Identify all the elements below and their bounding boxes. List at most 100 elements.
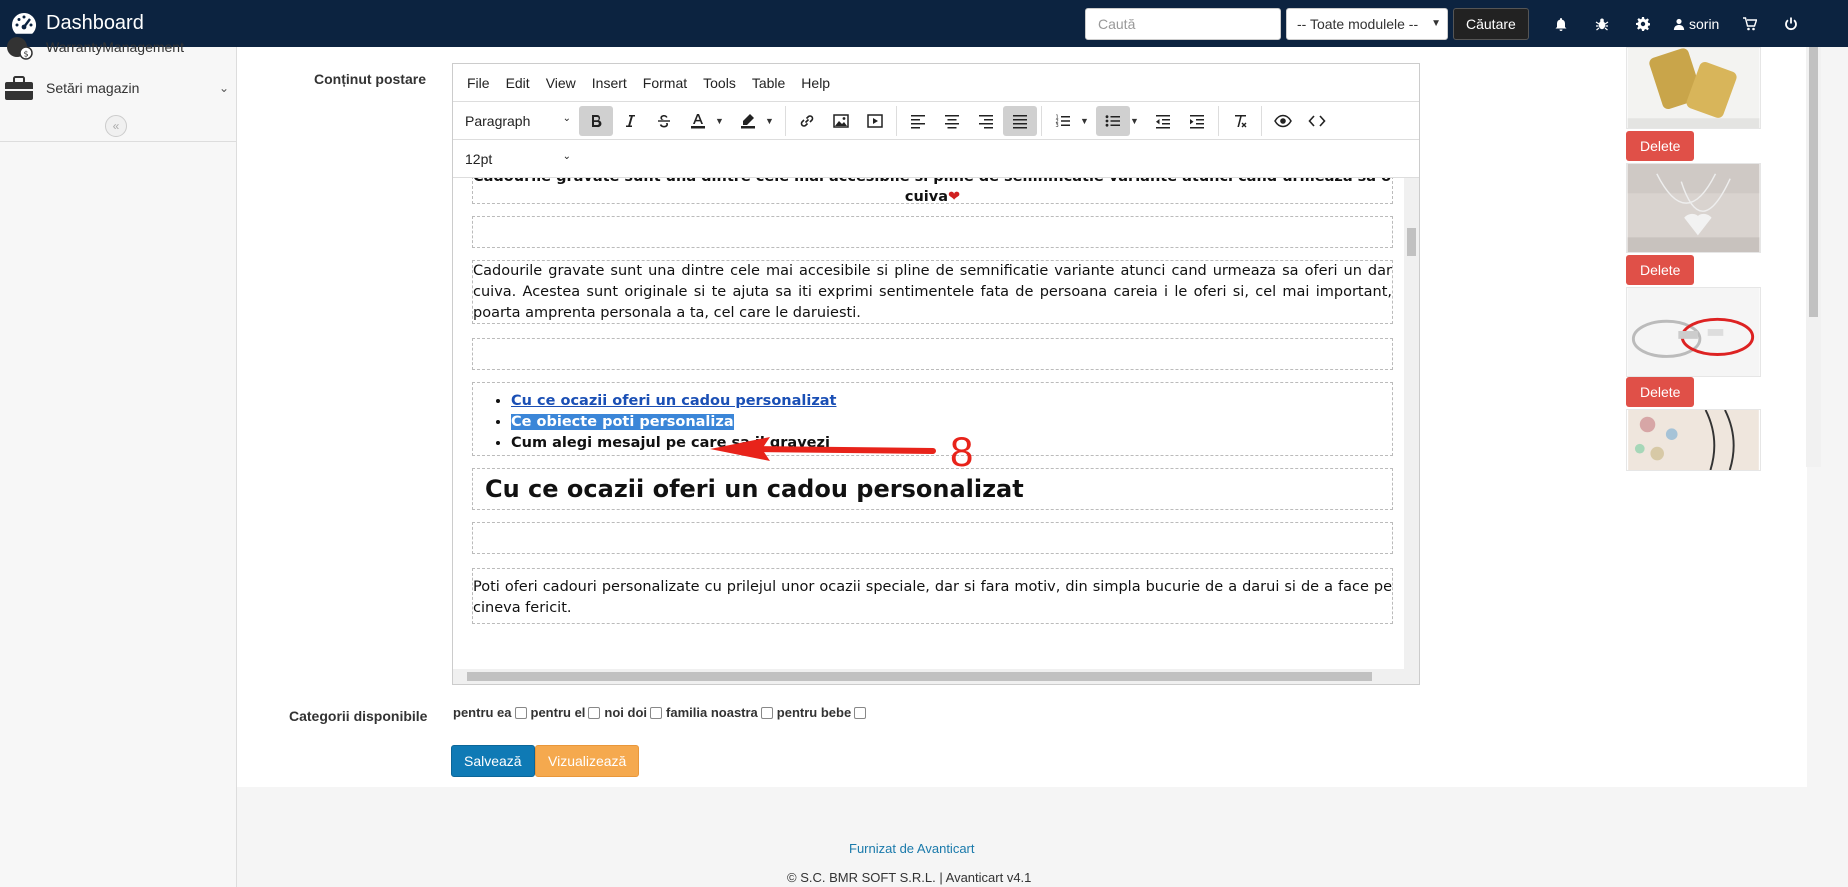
gear-icon[interactable]	[1622, 0, 1663, 47]
selected-text[interactable]: Ce obiecte poti personaliza	[511, 414, 734, 430]
preview-eye-button[interactable]	[1266, 106, 1300, 136]
align-right-button[interactable]	[969, 106, 1003, 136]
empty-block[interactable]	[472, 522, 1393, 554]
sidebar-item-settings-store[interactable]: Setări magazin ⌄	[0, 68, 237, 108]
strikethrough-button[interactable]	[647, 106, 681, 136]
bell-icon[interactable]	[1540, 0, 1581, 47]
red-arrow-annotation	[710, 437, 936, 461]
intro-paragraph-block[interactable]: Cadourile gravate sunt una dintre cele m…	[472, 178, 1393, 207]
menu-format[interactable]: Format	[635, 75, 695, 91]
toolbar-separator	[785, 105, 786, 136]
intro-text-line2: cuiva❤	[473, 187, 1392, 207]
image-button[interactable]	[824, 106, 858, 136]
delete-button[interactable]: Delete	[1626, 131, 1695, 161]
chevron-down-icon[interactable]: ▼	[1080, 116, 1096, 126]
menu-insert[interactable]: Insert	[584, 75, 635, 91]
product-image-lighter[interactable]	[1626, 47, 1761, 129]
chevron-down-icon[interactable]: ▼	[1130, 116, 1146, 126]
indent-button[interactable]	[1180, 106, 1214, 136]
empty-block[interactable]	[472, 338, 1393, 370]
search-button[interactable]: Căutare	[1453, 7, 1529, 40]
bold-button[interactable]	[579, 105, 613, 136]
editor-horizontal-scrollbar[interactable]	[453, 669, 1419, 684]
chevron-down-icon: ⌄	[218, 81, 229, 95]
editor-menubar: File Edit View Insert Format Tools Table…	[453, 64, 1419, 102]
category-option[interactable]: noi doi	[604, 705, 663, 720]
scrollbar-thumb[interactable]	[467, 672, 1372, 681]
chevron-down-icon[interactable]: ▼	[765, 116, 781, 126]
top-navbar: Dashboard Caută -- Toate modulele -- ▼ C…	[0, 0, 1848, 47]
module-select[interactable]: -- Toate modulele -- ▼	[1286, 7, 1448, 40]
empty-block[interactable]	[472, 216, 1393, 248]
scrollbar-thumb[interactable]	[1809, 47, 1818, 317]
menu-file[interactable]: File	[459, 75, 498, 91]
preview-button[interactable]: Vizualizează	[535, 745, 640, 777]
menu-tools[interactable]: Tools	[695, 75, 744, 91]
text-color-button[interactable]	[681, 106, 715, 136]
sidebar-divider	[0, 141, 237, 142]
block-format-value: Paragraph	[465, 112, 531, 129]
chevron-down-icon[interactable]: ▼	[715, 116, 731, 126]
navbar-actions: sorin	[1540, 0, 1811, 47]
search-input[interactable]: Caută	[1085, 7, 1281, 40]
toc-link[interactable]: Cu ce ocazii oferi un cadou personalizat	[511, 393, 836, 409]
paragraph-block[interactable]: Poti oferi cadouri personalizate cu pril…	[472, 568, 1393, 624]
checkbox[interactable]	[514, 706, 527, 719]
save-button[interactable]: Salvează	[451, 745, 535, 777]
search-group: Caută -- Toate modulele -- ▼ Căutare	[1085, 7, 1529, 40]
media-button[interactable]	[858, 106, 892, 136]
bug-icon[interactable]	[1581, 0, 1622, 47]
italic-button[interactable]	[613, 106, 647, 136]
source-code-button[interactable]	[1300, 106, 1334, 136]
bullet-list-button[interactable]	[1096, 105, 1130, 136]
highlight-color-button[interactable]	[731, 106, 765, 136]
sidebar-item-warranty[interactable]: $ WarrantyManagement	[0, 27, 237, 67]
menu-help[interactable]: Help	[793, 75, 838, 91]
category-label: noi doi	[604, 705, 648, 720]
checkbox[interactable]	[760, 706, 773, 719]
menu-view[interactable]: View	[538, 75, 584, 91]
double-chevron-left-icon: «	[112, 119, 120, 133]
category-option[interactable]: familia noastra	[666, 705, 773, 720]
footer-link[interactable]: Furnizat de Avanticart	[849, 841, 975, 856]
block-format-select[interactable]: Paragraph ⌄	[457, 106, 579, 136]
category-option[interactable]: pentru el	[531, 705, 601, 720]
user-icon	[1673, 18, 1685, 30]
category-option[interactable]: pentru bebe	[777, 705, 867, 720]
page-scrollbar[interactable]	[1806, 47, 1821, 467]
clear-formatting-button[interactable]	[1223, 106, 1257, 136]
cart-icon[interactable]	[1729, 0, 1770, 47]
numbered-list-button[interactable]: 123	[1046, 106, 1080, 136]
align-justify-button[interactable]	[1003, 105, 1037, 136]
sidebar-collapse-button[interactable]: «	[105, 115, 127, 137]
sidebar-item-label: WarrantyManagement	[46, 39, 184, 55]
heading-block[interactable]: Cu ce ocazii oferi un cadou personalizat	[472, 468, 1393, 510]
menu-table[interactable]: Table	[744, 75, 793, 91]
align-left-button[interactable]	[901, 106, 935, 136]
power-icon[interactable]	[1770, 0, 1811, 47]
category-option[interactable]: pentru ea	[453, 705, 527, 720]
svg-text:3: 3	[1056, 123, 1059, 129]
editor-content-area[interactable]: Cadourile gravate sunt una dintre cele m…	[453, 178, 1419, 670]
toolbar-separator	[1218, 105, 1219, 136]
font-size-select[interactable]: 12pt ⌄	[457, 144, 579, 174]
link-button[interactable]	[790, 106, 824, 136]
product-image-necklace[interactable]	[1626, 163, 1761, 253]
menu-edit[interactable]: Edit	[498, 75, 538, 91]
user-menu[interactable]: sorin	[1663, 16, 1729, 32]
editor-toolbar: Paragraph ⌄ ▼ ▼ 1 2 3 ▼ ▼	[453, 102, 1419, 140]
align-center-button[interactable]	[935, 106, 969, 136]
checkbox[interactable]	[854, 706, 867, 719]
product-image-bracelets[interactable]	[1626, 287, 1761, 377]
category-checkboxes: pentru ea pentru el noi doi familia noas…	[453, 705, 870, 720]
outdent-button[interactable]	[1146, 106, 1180, 136]
editor-vertical-scrollbar[interactable]	[1404, 178, 1419, 670]
checkbox[interactable]	[588, 706, 601, 719]
product-image-floral[interactable]	[1626, 409, 1761, 471]
scrollbar-thumb[interactable]	[1407, 228, 1416, 256]
delete-button[interactable]: Delete	[1626, 255, 1695, 285]
paragraph-block[interactable]: Cadourile gravate sunt una dintre cele m…	[472, 260, 1393, 324]
sidebar: $ WarrantyManagement Setări magazin ⌄ «	[0, 37, 237, 887]
checkbox[interactable]	[650, 706, 663, 719]
delete-button[interactable]: Delete	[1626, 377, 1695, 407]
